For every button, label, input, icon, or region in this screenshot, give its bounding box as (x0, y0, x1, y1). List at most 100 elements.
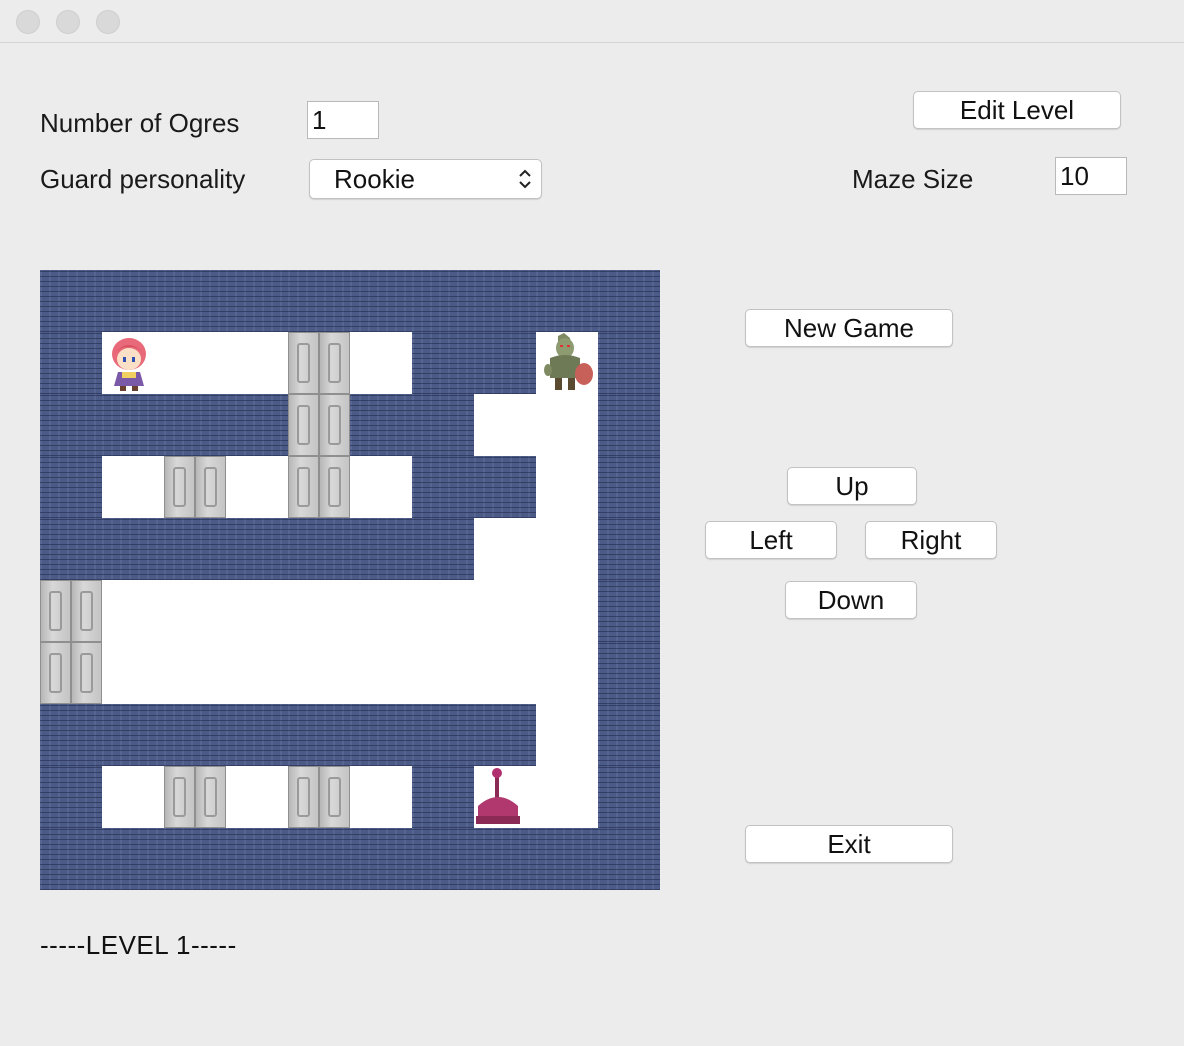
maze-cell-floor (102, 766, 164, 828)
maze-cell-floor (412, 642, 474, 704)
door-panel (288, 456, 319, 518)
maze-cell-wall (536, 828, 598, 890)
maze-cell-wall (40, 704, 102, 766)
maze-cell-floor (350, 580, 412, 642)
close-window-button[interactable] (16, 10, 40, 34)
maze-cell-wall (412, 332, 474, 394)
new-game-button[interactable]: New Game (745, 309, 953, 347)
maze-cell-wall (474, 332, 536, 394)
maze-cell-wall (598, 394, 660, 456)
maze-cell-floor (474, 518, 536, 580)
maze-cell-floor (536, 456, 598, 518)
maze-cell-floor (226, 456, 288, 518)
title-bar (0, 0, 1184, 43)
maze-cell-door (40, 642, 102, 704)
maze-cell-wall (164, 828, 226, 890)
move-down-button[interactable]: Down (785, 581, 917, 619)
chevron-updown-icon (519, 169, 531, 189)
maze-cell-wall (598, 828, 660, 890)
maze-cell-floor (102, 642, 164, 704)
ogres-count-input[interactable]: 1 (307, 101, 379, 139)
maze-cell-floor (226, 642, 288, 704)
door-panel (40, 642, 71, 704)
maze-cell-wall (226, 704, 288, 766)
maze-cell-hero (102, 332, 164, 394)
maze-cell-wall (40, 456, 102, 518)
maze-cell-floor (350, 456, 412, 518)
edit-level-button[interactable]: Edit Level (913, 91, 1121, 129)
maze-cell-floor (226, 332, 288, 394)
maze-cell-wall (226, 518, 288, 580)
maze-cell-wall (350, 518, 412, 580)
minimize-window-button[interactable] (56, 10, 80, 34)
maze-cell-wall (412, 704, 474, 766)
zoom-window-button[interactable] (96, 10, 120, 34)
maze-cell-wall (412, 394, 474, 456)
maze-cell-wall (226, 828, 288, 890)
maze-cell-wall (288, 828, 350, 890)
move-up-button[interactable]: Up (787, 467, 917, 505)
maze-cell-wall (288, 704, 350, 766)
maze-cell-floor (474, 580, 536, 642)
maze-cell-floor (536, 518, 598, 580)
door-panel (195, 766, 226, 828)
move-right-button[interactable]: Right (865, 521, 997, 559)
maze-cell-lever (474, 766, 536, 828)
maze-cell-wall (536, 270, 598, 332)
maze-cell-wall (598, 580, 660, 642)
maze-cell-wall (412, 270, 474, 332)
maze-cell-wall (598, 766, 660, 828)
exit-button[interactable]: Exit (745, 825, 953, 863)
maze-cell-wall (412, 518, 474, 580)
maze-cell-wall (40, 394, 102, 456)
maze-cell-wall (412, 828, 474, 890)
maze-cell-wall (40, 766, 102, 828)
maze-cell-door (288, 766, 350, 828)
maze-cell-floor (536, 766, 598, 828)
door-panel (319, 332, 350, 394)
maze-cell-wall (40, 270, 102, 332)
maze-size-label: Maze Size (852, 164, 974, 194)
maze-cell-wall (164, 518, 226, 580)
maze-cell-floor (102, 456, 164, 518)
maze-cell-floor (412, 580, 474, 642)
maze-cell-floor (288, 580, 350, 642)
maze-cell-floor (536, 642, 598, 704)
maze-cell-wall (474, 704, 536, 766)
door-panel (40, 580, 71, 642)
maze-cell-floor (474, 394, 536, 456)
maze-cell-floor (226, 580, 288, 642)
maze-cell-wall (350, 704, 412, 766)
maze-cell-wall (350, 828, 412, 890)
maze-cell-wall (288, 518, 350, 580)
door-panel (288, 332, 319, 394)
guard-personality-select[interactable]: Rookie (309, 159, 542, 199)
maze-cell-floor (102, 580, 164, 642)
maze-cell-wall (598, 332, 660, 394)
maze-cell-wall (474, 828, 536, 890)
maze-cell-floor (164, 332, 226, 394)
maze-cell-floor (536, 580, 598, 642)
maze-cell-floor (288, 642, 350, 704)
maze-cell-door (288, 456, 350, 518)
maze-cell-wall (102, 828, 164, 890)
maze-cell-wall (412, 456, 474, 518)
door-panel (164, 456, 195, 518)
maze-cell-wall (598, 642, 660, 704)
move-left-button[interactable]: Left (705, 521, 837, 559)
door-panel (71, 642, 102, 704)
maze-cell-floor (164, 580, 226, 642)
maze-cell-wall (226, 394, 288, 456)
maze-cell-floor (474, 642, 536, 704)
maze-cell-floor (350, 332, 412, 394)
maze-cell-door (288, 394, 350, 456)
maze-cell-wall (102, 270, 164, 332)
maze-cell-floor (536, 394, 598, 456)
guard-personality-label: Guard personality (40, 164, 246, 194)
maze-size-input[interactable]: 10 (1055, 157, 1127, 195)
maze-cell-wall (474, 456, 536, 518)
maze-cell-floor (350, 642, 412, 704)
maze-cell-wall (350, 394, 412, 456)
door-panel (195, 456, 226, 518)
maze-cell-floor (350, 766, 412, 828)
